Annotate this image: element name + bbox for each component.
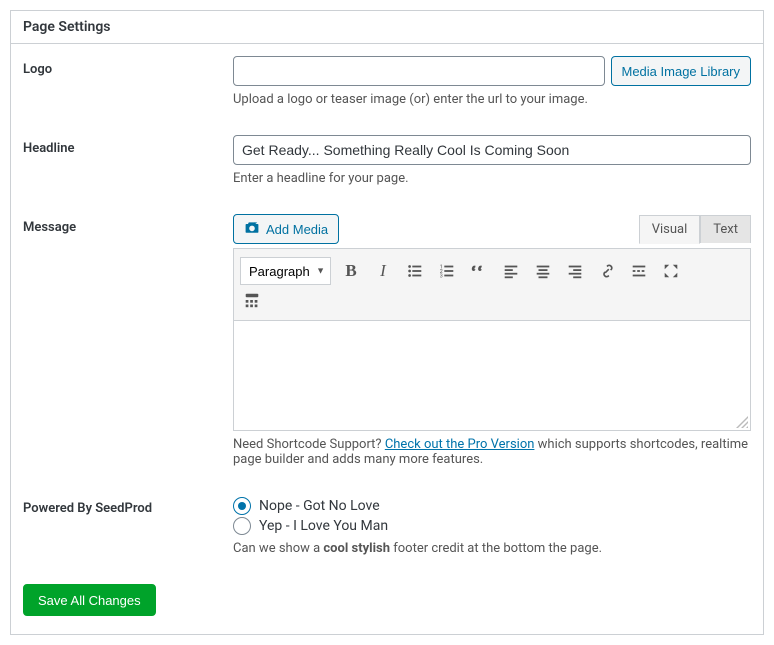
radio-nope-input[interactable] (233, 497, 251, 515)
svg-text:3: 3 (440, 273, 443, 279)
label-message: Message (23, 214, 233, 235)
row-headline: Headline Enter a headline for your page. (23, 135, 751, 186)
align-left-icon[interactable] (499, 259, 523, 283)
powered-desc: Can we show a cool stylish footer credit… (233, 541, 751, 556)
camera-icon (244, 220, 260, 239)
add-media-button[interactable]: Add Media (233, 214, 339, 244)
panel-title: Page Settings (23, 19, 751, 35)
bold-icon[interactable]: B (339, 259, 363, 283)
align-right-icon[interactable] (563, 259, 587, 283)
tab-visual[interactable]: Visual (639, 215, 701, 244)
pro-version-link[interactable]: Check out the Pro Version (385, 437, 535, 452)
radio-yep-label: Yep - I Love You Man (259, 518, 388, 534)
radio-nope-label: Nope - Got No Love (259, 498, 380, 514)
logo-input[interactable] (233, 56, 605, 86)
resize-grip-icon[interactable] (736, 416, 748, 428)
media-library-button[interactable]: Media Image Library (611, 56, 752, 86)
label-powered-by: Powered By SeedProd (23, 495, 233, 516)
media-library-button-label: Media Image Library (622, 64, 741, 79)
label-logo: Logo (23, 56, 233, 77)
radio-nope[interactable]: Nope - Got No Love (233, 497, 751, 515)
page-settings-panel: Page Settings Logo Media Image Library U… (10, 10, 764, 635)
submit-row: Save All Changes (23, 584, 751, 616)
format-select[interactable]: Paragraph (240, 257, 331, 285)
message-editor[interactable] (233, 321, 751, 431)
editor-toolbar: Paragraph B I 123 (233, 248, 751, 321)
panel-header: Page Settings (11, 11, 763, 44)
align-center-icon[interactable] (531, 259, 555, 283)
editor-tabs: Visual Text (639, 215, 751, 243)
fullscreen-icon[interactable] (659, 259, 683, 283)
row-logo: Logo Media Image Library Upload a logo o… (23, 56, 751, 107)
message-desc: Need Shortcode Support? Check out the Pr… (233, 437, 751, 467)
ol-icon[interactable]: 123 (435, 259, 459, 283)
link-icon[interactable] (595, 259, 619, 283)
panel-body: Logo Media Image Library Upload a logo o… (11, 44, 763, 634)
add-media-label: Add Media (266, 222, 328, 237)
blockquote-icon[interactable] (467, 259, 491, 283)
logo-desc: Upload a logo or teaser image (or) enter… (233, 92, 751, 107)
row-powered-by: Powered By SeedProd Nope - Got No Love Y… (23, 495, 751, 556)
ul-icon[interactable] (403, 259, 427, 283)
tab-text[interactable]: Text (700, 215, 751, 243)
row-message: Message Add Media Visual Text (23, 214, 751, 467)
headline-input[interactable] (233, 135, 751, 165)
read-more-icon[interactable] (627, 259, 651, 283)
save-button[interactable]: Save All Changes (23, 584, 156, 616)
headline-desc: Enter a headline for your page. (233, 171, 751, 186)
toolbar-toggle-icon[interactable] (240, 288, 264, 312)
italic-icon[interactable]: I (371, 259, 395, 283)
radio-yep[interactable]: Yep - I Love You Man (233, 517, 751, 535)
radio-yep-input[interactable] (233, 517, 251, 535)
label-headline: Headline (23, 135, 233, 156)
